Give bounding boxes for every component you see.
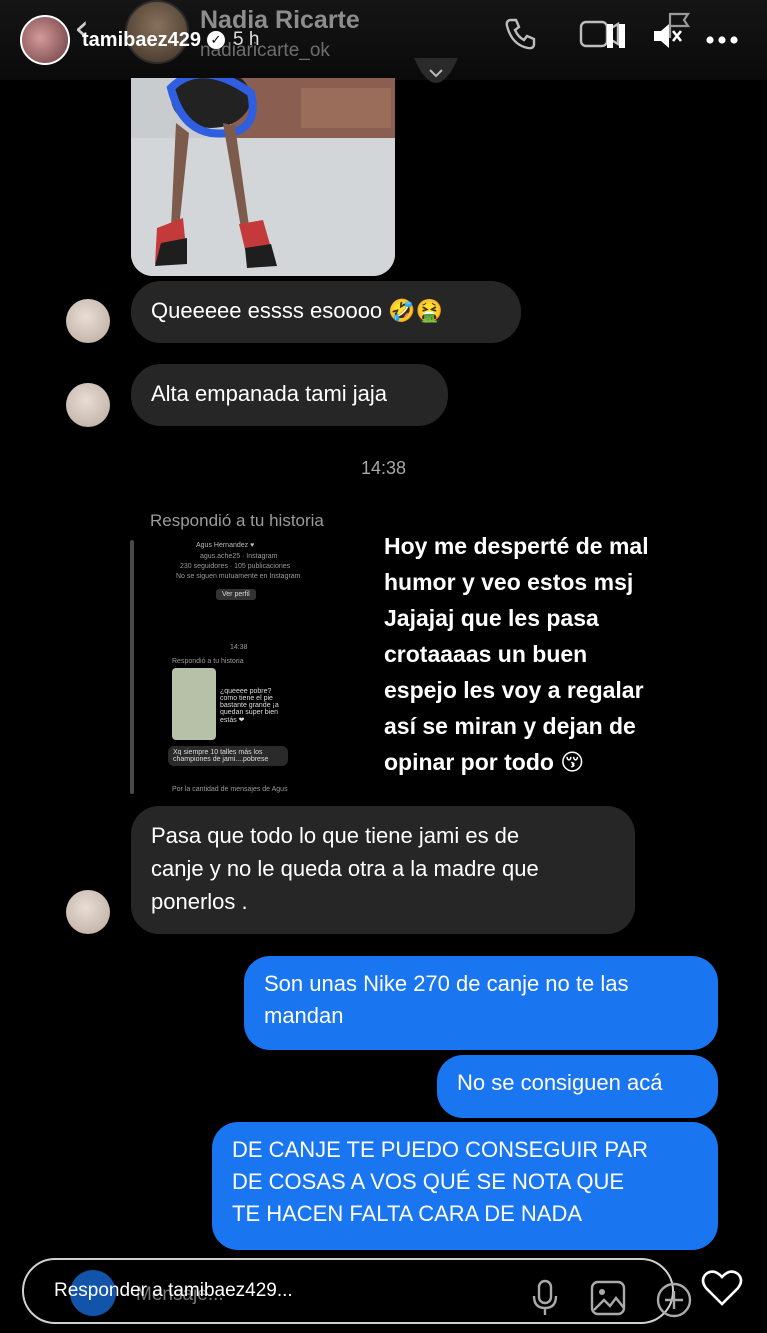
more-options-icon[interactable] [704,22,740,63]
verified-badge-icon: ✓ [206,31,225,49]
thumb-story-image [172,668,216,740]
message-line: Pasa que todo lo que tiene jami es de [151,823,520,848]
story-reply-bar [130,540,134,794]
message-line: ponerlos . [151,889,248,914]
story-reply-input[interactable]: Mensaje... Responder a tamibaez429... [22,1258,674,1324]
pause-icon[interactable] [604,18,628,59]
story-username[interactable]: tamibaez429 [82,29,201,52]
story-user-bar: tamibaez429 ✓ 5 h [20,14,259,66]
message-text: Alta empanada tami jaja [151,381,388,406]
sender-avatar[interactable] [66,299,110,343]
message-line: DE CANJE TE PUEDO CONSEGUIR PAR [232,1137,649,1162]
thumb-time: 14:38 [230,644,248,651]
add-icon[interactable] [654,1280,694,1325]
message-text: Queeeee essss esoooo 🤣🤮 [151,298,444,323]
caption-line: crotaaaas un buen [384,641,588,667]
flag-icon [664,10,694,45]
incoming-message[interactable]: Alta empanada tami jaja [131,364,448,426]
photo-image [131,78,395,276]
outgoing-message[interactable]: No se consiguen acá [437,1055,718,1118]
thumb-bubble: Xq siempre 10 talles más los championes … [168,746,288,766]
story-reply-thumbnail[interactable]: Agus Hernandez ♥ agus.ache25 · Instagram… [150,540,320,794]
gallery-icon[interactable] [588,1278,628,1323]
reply-input-placeholder: Responder a tamibaez429... [54,1280,293,1301]
thumb-handle: agus.ache25 · Instagram [200,553,278,560]
phone-icon[interactable] [500,14,540,59]
thumb-mutual: No se siguen mutuamente en Instagram [176,573,301,580]
outgoing-message[interactable]: DE CANJE TE PUEDO CONSEGUIR PAR DE COSAS… [212,1122,718,1250]
thumb-reply-label: Respondió a tu historia [172,658,244,665]
message-line: Son unas Nike 270 de canje no te las [264,971,629,996]
incoming-message[interactable]: Queeeee essss esoooo 🤣🤮 [131,281,521,343]
message-line: TE HACEN FALTA CARA DE NADA [232,1201,583,1226]
story-user-avatar[interactable] [20,15,70,65]
sender-avatar[interactable] [66,890,110,934]
thumb-name: Agus Hernandez ♥ [196,542,255,549]
thumb-question: ¿queeee pobre? como tiene el pie bastant… [220,688,279,724]
caption-line: opinar por todo 😚 [384,749,585,775]
sender-avatar[interactable] [66,383,110,427]
caption-line: así se miran y dejan de [384,713,636,739]
caption-line: espejo les voy a regalar [384,677,644,703]
story-caption: Hoy me desperté de mal humor y veo estos… [384,528,724,780]
message-line: canje y no le queda otra a la madre que [151,856,539,881]
message-text: No se consiguen acá [457,1070,663,1095]
caption-line: humor y veo estos msj [384,569,634,595]
outgoing-message[interactable]: Son unas Nike 270 de canje no te las man… [244,956,718,1050]
caption-line: Jajajaj que les pasa [384,605,599,631]
incoming-message[interactable]: Pasa que todo lo que tiene jami es de ca… [131,806,635,934]
message-line: DE COSAS A VOS QUÉ SE NOTA QUE [232,1169,625,1194]
microphone-icon[interactable] [530,1278,560,1323]
caption-line: Hoy me desperté de mal [384,533,649,559]
heart-icon[interactable] [700,1268,744,1313]
story-reply-label: Respondió a tu historia [150,511,324,530]
chat-timestamp: 14:38 [360,458,407,478]
photo-message[interactable] [131,78,395,276]
thumb-stats: 230 seguidores · 105 publicaciones [180,563,291,570]
message-line: mandan [264,1003,344,1028]
story-time: 5 h [232,29,260,50]
thumb-footer: Por la cantidad de mensajes de Agus [172,786,288,793]
reaction-chevron-icon[interactable] [412,58,460,103]
thumb-view-profile: Ver perfil [216,589,256,600]
